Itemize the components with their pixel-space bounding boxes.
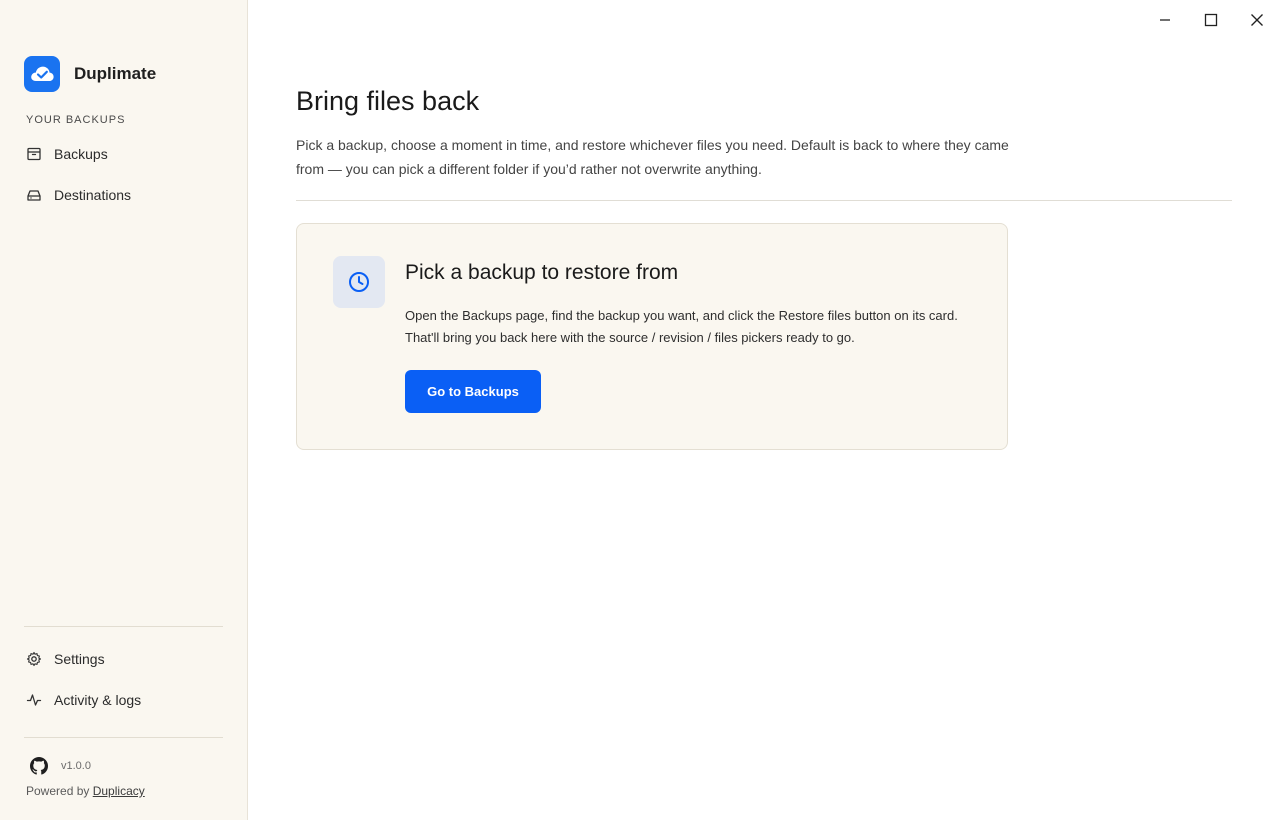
cloud-check-logo-icon <box>24 56 60 92</box>
content-divider <box>296 200 1232 201</box>
go-to-backups-button[interactable]: Go to Backups <box>405 370 541 413</box>
sidebar-item-label: Destinations <box>54 187 132 203</box>
sidebar-item-backups[interactable]: Backups <box>26 146 108 162</box>
minimize-button[interactable] <box>1142 0 1188 40</box>
card-title: Pick a backup to restore from <box>405 261 679 284</box>
sidebar: Duplimate YOUR BACKUPS Backups Destinati… <box>0 0 248 820</box>
sidebar-divider <box>24 737 223 738</box>
sidebar-item-activity-logs[interactable]: Activity & logs <box>26 692 141 708</box>
activity-icon <box>26 694 42 706</box>
sidebar-item-label: Activity & logs <box>54 692 142 708</box>
duplicacy-link[interactable]: Duplicacy <box>93 784 145 798</box>
gear-icon <box>26 651 42 667</box>
brand[interactable]: Duplimate <box>24 56 156 92</box>
powered-by: Powered by Duplicacy <box>26 784 145 798</box>
clock-icon <box>333 256 385 308</box>
page-title: Bring files back <box>296 86 480 116</box>
sidebar-item-settings[interactable]: Settings <box>26 651 105 667</box>
sidebar-divider <box>24 626 223 627</box>
window-controls <box>1142 0 1280 40</box>
sidebar-item-destinations[interactable]: Destinations <box>26 187 131 203</box>
page-description: Pick a backup, choose a moment in time, … <box>296 137 1009 177</box>
close-icon <box>1251 14 1263 26</box>
card-text: Open the Backups page, find the backup y… <box>405 308 958 345</box>
drive-icon <box>27 190 41 201</box>
app-name: Duplimate <box>74 64 157 83</box>
powered-by-prefix: Powered by <box>26 784 90 798</box>
sidebar-footer: v1.0.0 <box>30 757 91 775</box>
section-label-your-backups: YOUR BACKUPS <box>26 114 126 126</box>
minimize-icon <box>1160 19 1170 21</box>
close-button[interactable] <box>1234 0 1280 40</box>
maximize-icon <box>1204 13 1218 27</box>
restore-empty-card: Pick a backup to restore from Open the B… <box>296 223 1008 450</box>
app-version: v1.0.0 <box>61 760 91 772</box>
archive-icon <box>27 147 41 161</box>
sidebar-item-label: Backups <box>54 146 108 162</box>
maximize-button[interactable] <box>1188 0 1234 40</box>
github-icon[interactable] <box>30 757 48 775</box>
sidebar-item-label: Settings <box>54 651 105 667</box>
